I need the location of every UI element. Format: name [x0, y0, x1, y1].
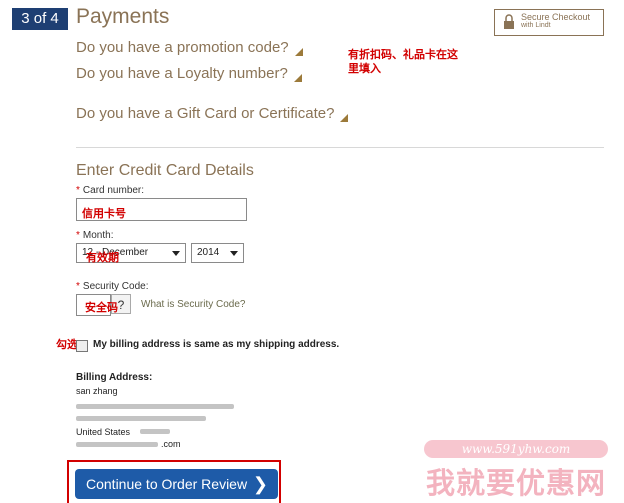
secure-checkout-text: Secure Checkout — [521, 12, 591, 22]
security-code-label-text: Security Code: — [82, 281, 149, 292]
required-mark: * — [76, 281, 80, 292]
secure-checkout-subtext: with Lindt — [521, 22, 551, 29]
page-title: Payments — [76, 5, 170, 28]
loyalty-number-toggle[interactable]: Do you have a Loyalty number? — [76, 65, 302, 82]
same-address-checkbox[interactable] — [76, 340, 88, 352]
expand-triangle-icon — [293, 74, 302, 82]
promo-code-label: Do you have a promotion code? — [76, 39, 289, 56]
billing-name: san zhang — [76, 386, 118, 396]
month-label-text: Month: — [82, 230, 114, 241]
gift-card-label: Do you have a Gift Card or Certificate? — [76, 105, 335, 122]
loyalty-number-label: Do you have a Loyalty number? — [76, 65, 288, 82]
lock-icon — [504, 14, 514, 29]
promo-annotation-line2: 里填入 — [348, 63, 381, 75]
expand-triangle-icon — [340, 114, 349, 122]
dropdown-arrow-icon — [172, 251, 180, 256]
required-mark: * — [76, 185, 80, 196]
promo-code-toggle[interactable]: Do you have a promotion code? — [76, 39, 303, 56]
checkbox-annotation: 勾选 — [56, 339, 78, 351]
card-number-label: * Card number: — [76, 185, 144, 196]
year-select[interactable]: 2014 — [191, 243, 244, 263]
redacted-email — [76, 442, 158, 447]
year-select-value: 2014 — [197, 247, 220, 258]
continue-button-label: Continue to Order Review — [86, 476, 248, 492]
watermark-text: 我就要优惠网 — [426, 468, 607, 500]
promo-annotation-line1: 有折扣码、礼品卡在这 — [348, 49, 458, 61]
billing-email-suffix: .com — [161, 439, 181, 449]
required-mark: * — [76, 230, 80, 241]
dropdown-arrow-icon — [230, 251, 238, 256]
card-number-annotation: 信用卡号 — [82, 208, 126, 220]
expand-triangle-icon — [294, 48, 303, 56]
security-code-help-link[interactable]: What is Security Code? — [141, 299, 246, 310]
expiry-annotation: 有效期 — [86, 252, 119, 264]
security-code-annotation: 安全码 — [85, 302, 118, 314]
secure-checkout-badge: Secure Checkout with Lindt — [494, 9, 604, 36]
security-code-label: * Security Code: — [76, 281, 149, 292]
continue-to-order-review-button[interactable]: Continue to Order Review ❯ — [75, 469, 278, 499]
billing-country: United States — [76, 427, 131, 437]
credit-card-section-title: Enter Credit Card Details — [76, 162, 254, 179]
card-number-label-text: Card number: — [82, 185, 145, 196]
same-address-label: My billing address is same as my shippin… — [93, 339, 340, 350]
section-divider — [76, 147, 604, 148]
month-label: * Month: — [76, 230, 113, 241]
redacted-address-line — [76, 404, 234, 409]
step-indicator: 3 of 4 — [12, 8, 68, 30]
redacted-address-line — [140, 429, 170, 434]
billing-address-heading: Billing Address: — [76, 372, 153, 383]
watermark-url: www.591yhw.com — [424, 440, 608, 458]
redacted-address-line — [76, 416, 206, 421]
chevron-right-icon: ❯ — [252, 474, 268, 494]
gift-card-toggle[interactable]: Do you have a Gift Card or Certificate? — [76, 105, 349, 122]
promo-annotation: 有折扣码、礼品卡在这 里填入 — [348, 48, 458, 76]
